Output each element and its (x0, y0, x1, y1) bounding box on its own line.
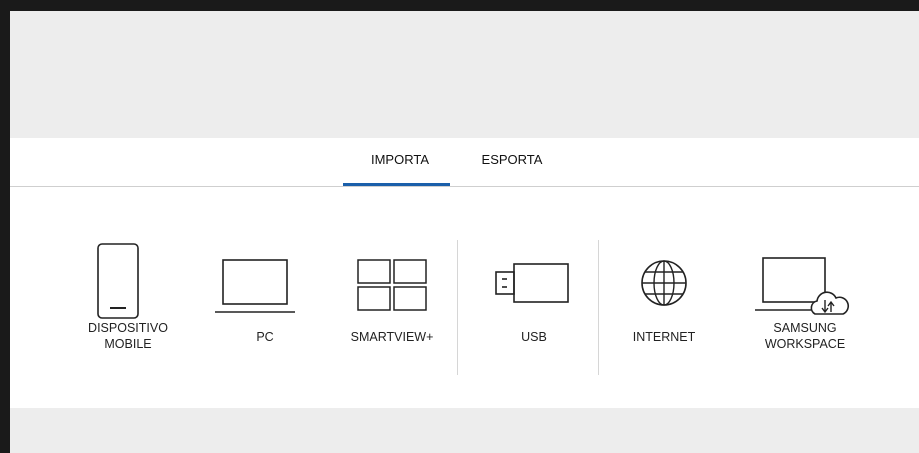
source-samsung-workspace[interactable]: SAMSUNG WORKSPACE (745, 187, 865, 407)
mobile-phone-icon (97, 243, 139, 319)
tab-active-indicator (343, 183, 450, 186)
source-label: DISPOSITIVO MOBILE (88, 321, 168, 351)
tab-export[interactable]: ESPORTA (462, 152, 562, 167)
grid-screens-icon (357, 259, 427, 311)
tab-import[interactable]: IMPORTA (350, 152, 450, 167)
source-mobile[interactable]: DISPOSITIVO MOBILE (68, 187, 188, 407)
usb-drive-icon (495, 263, 569, 303)
source-panel: IMPORTA ESPORTA DISPOSITIVO MOBILE PC SM… (10, 138, 919, 408)
source-smartview[interactable]: SMARTVIEW+ (332, 187, 452, 407)
screen: IMPORTA ESPORTA DISPOSITIVO MOBILE PC SM… (10, 11, 919, 453)
source-internet[interactable]: INTERNET (604, 187, 724, 407)
divider (598, 240, 599, 375)
divider (457, 240, 458, 375)
source-label: INTERNET (632, 330, 696, 344)
laptop-cloud-icon (755, 257, 849, 315)
globe-icon (641, 260, 687, 306)
source-label: SAMSUNG WORKSPACE (764, 321, 846, 351)
source-pc[interactable]: PC (205, 187, 325, 407)
tab-bar: IMPORTA ESPORTA (10, 138, 919, 187)
source-usb[interactable]: USB (474, 187, 594, 407)
source-list: DISPOSITIVO MOBILE PC SMARTVIEW+ USB INT… (10, 187, 919, 407)
source-label: PC (256, 330, 274, 344)
source-label: USB (521, 330, 547, 344)
laptop-icon (215, 259, 295, 313)
source-label: SMARTVIEW+ (350, 330, 434, 344)
